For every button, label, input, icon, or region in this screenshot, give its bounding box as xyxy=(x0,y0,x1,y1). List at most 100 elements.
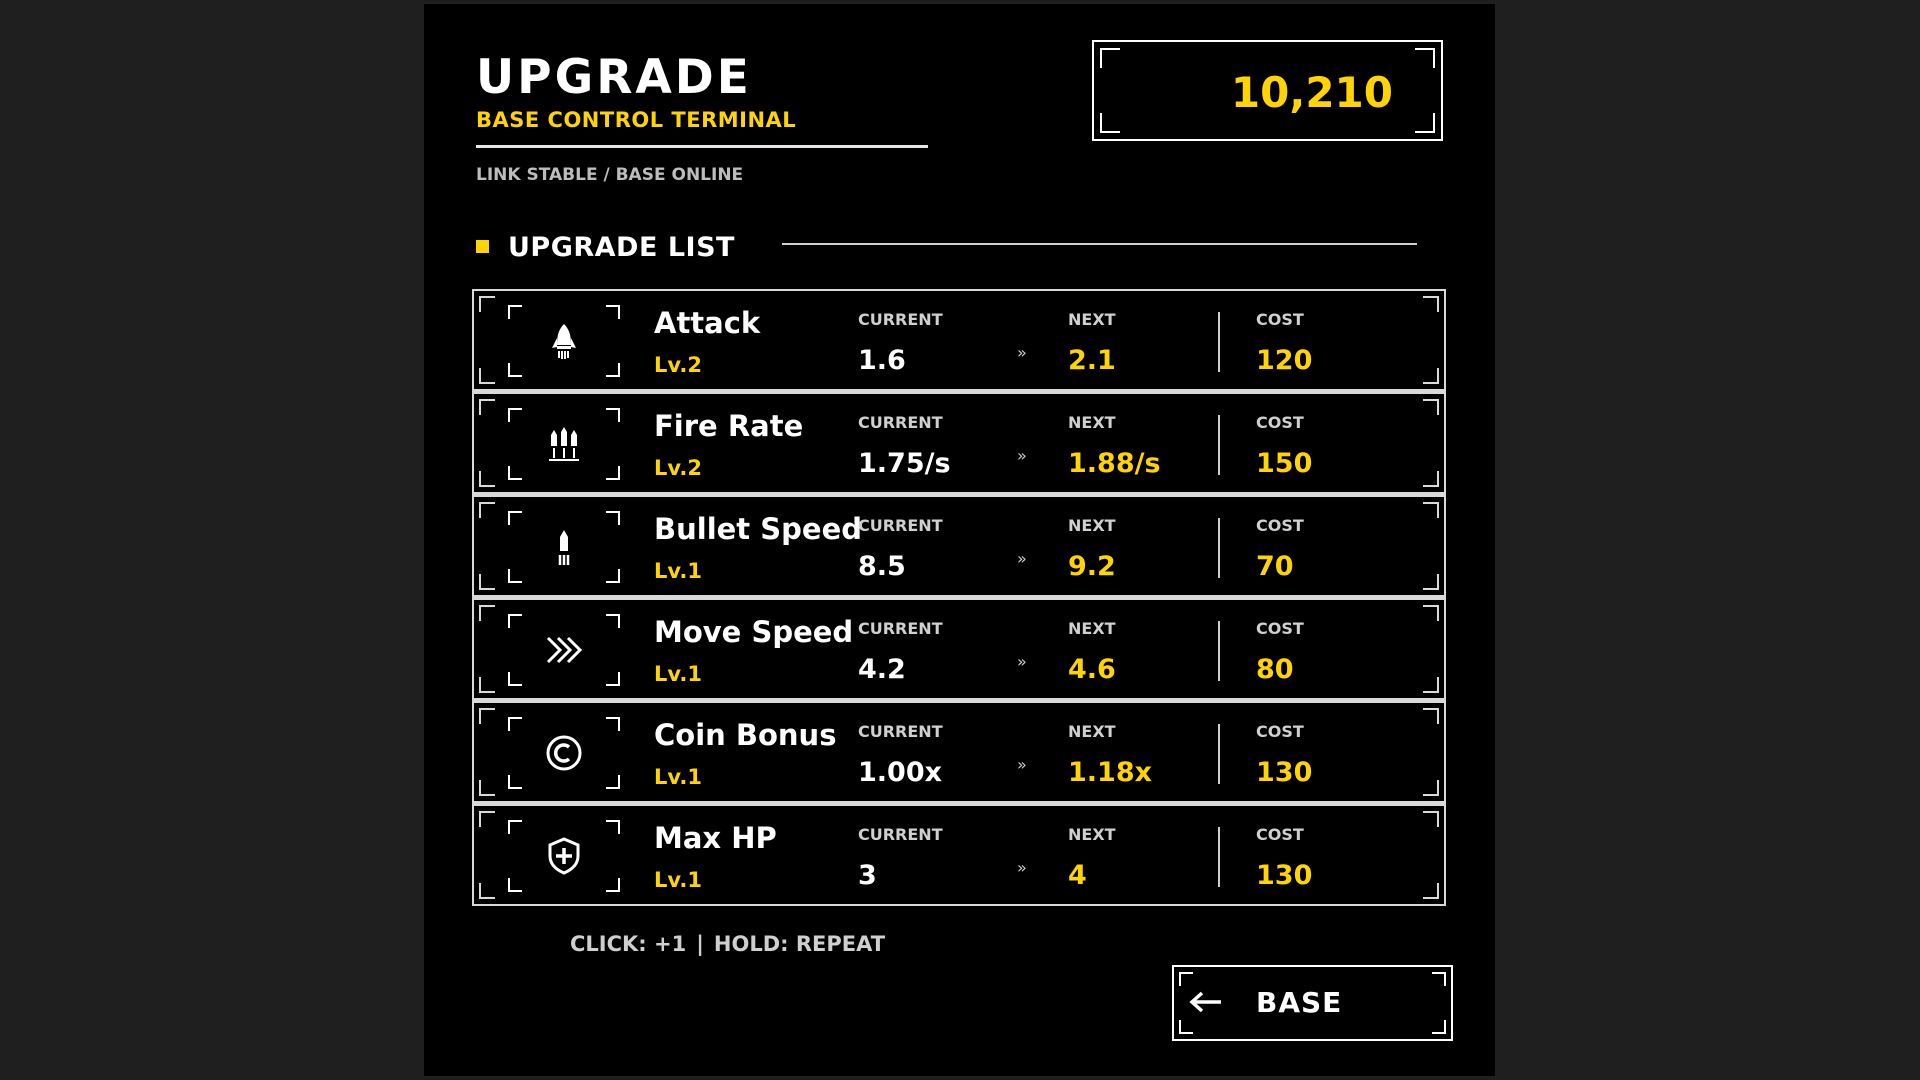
upgrade-row-coin-bonus[interactable]: Coin Bonus Lv.1 CURRENT 1.00x » NEXT 1.1… xyxy=(472,700,1446,803)
chevron-right-icon: » xyxy=(1017,755,1027,774)
icon-frame xyxy=(508,820,620,892)
row-corner xyxy=(479,811,495,827)
upgrade-level: Lv.2 xyxy=(654,456,702,480)
row-corner xyxy=(479,708,495,724)
upgrade-level: Lv.1 xyxy=(654,559,702,583)
corner-bracket xyxy=(1432,972,1446,986)
cost-label: COST xyxy=(1256,722,1304,741)
next-value: 1.88/s xyxy=(1068,448,1161,479)
row-corner xyxy=(479,883,495,899)
row-corner xyxy=(1423,399,1439,415)
next-value: 4.6 xyxy=(1068,654,1116,685)
current-value: 1.00x xyxy=(858,757,943,788)
control-hint: CLICK: +1 | HOLD: REPEAT xyxy=(570,934,885,955)
upgrade-name: Move Speed xyxy=(654,615,854,649)
connection-status: LINK STABLE / BASE ONLINE xyxy=(476,165,744,185)
next-label: NEXT xyxy=(1068,413,1116,432)
corner-bracket xyxy=(1179,972,1193,986)
upgrade-row-move-speed[interactable]: Move Speed Lv.1 CURRENT 4.2 » NEXT 4.6 C… xyxy=(472,597,1446,700)
column-divider xyxy=(1218,621,1220,681)
icon-frame xyxy=(508,305,620,377)
coin-icon xyxy=(546,735,582,771)
upgrade-name: Attack xyxy=(654,306,761,340)
cost-label: COST xyxy=(1256,825,1304,844)
heading-divider xyxy=(782,243,1417,245)
hold-hint: HOLD: REPEAT xyxy=(713,932,886,956)
corner-bracket xyxy=(1100,113,1120,133)
current-value: 1.75/s xyxy=(858,448,951,479)
upgrade-name: Fire Rate xyxy=(654,409,804,443)
cost-value: 130 xyxy=(1256,757,1313,788)
upgrade-level: Lv.1 xyxy=(654,868,702,892)
upgrade-list: Attack Lv.2 CURRENT 1.6 » NEXT 2.1 COST … xyxy=(472,289,1446,906)
current-label: CURRENT xyxy=(858,516,943,535)
cost-label: COST xyxy=(1256,310,1304,329)
column-divider xyxy=(1218,827,1220,887)
arrow-left-icon xyxy=(1189,991,1221,1013)
bullet-speed-icon xyxy=(558,530,570,565)
corner-bracket xyxy=(1415,48,1435,68)
next-label: NEXT xyxy=(1068,722,1116,741)
cost-value: 120 xyxy=(1256,345,1313,376)
upgrade-name: Coin Bonus xyxy=(654,718,837,752)
icon-frame xyxy=(508,408,620,480)
row-corner xyxy=(1423,502,1439,518)
icon-frame xyxy=(508,511,620,583)
next-value: 4 xyxy=(1068,860,1087,891)
row-corner xyxy=(479,368,495,384)
cost-value: 150 xyxy=(1256,448,1313,479)
next-value: 9.2 xyxy=(1068,551,1116,582)
row-corner xyxy=(479,605,495,621)
row-corner xyxy=(479,399,495,415)
row-corner xyxy=(1423,368,1439,384)
upgrade-row-fire-rate[interactable]: Fire Rate Lv.2 CURRENT 1.75/s » NEXT 1.8… xyxy=(472,391,1446,494)
row-corner xyxy=(479,471,495,487)
base-button[interactable]: BASE xyxy=(1172,965,1453,1041)
next-value: 2.1 xyxy=(1068,345,1116,376)
next-label: NEXT xyxy=(1068,825,1116,844)
coin-balance: 10,210 xyxy=(1230,68,1393,117)
icon-frame xyxy=(508,717,620,789)
column-divider xyxy=(1218,415,1220,475)
next-value: 1.18x xyxy=(1068,757,1153,788)
current-label: CURRENT xyxy=(858,825,943,844)
corner-bracket xyxy=(1179,1020,1193,1034)
cost-label: COST xyxy=(1256,413,1304,432)
coin-counter: 10,210 xyxy=(1092,40,1443,141)
cost-value: 70 xyxy=(1256,551,1294,582)
upgrade-row-bullet-speed[interactable]: Bullet Speed Lv.1 CURRENT 8.5 » NEXT 9.2… xyxy=(472,494,1446,597)
page-subtitle: BASE CONTROL TERMINAL xyxy=(476,108,797,132)
upgrade-panel: UPGRADE BASE CONTROL TERMINAL LINK STABL… xyxy=(424,4,1495,1076)
cost-label: COST xyxy=(1256,619,1304,638)
current-value: 8.5 xyxy=(858,551,906,582)
next-label: NEXT xyxy=(1068,619,1116,638)
hint-separator: | xyxy=(696,932,704,956)
row-corner xyxy=(1423,471,1439,487)
cost-value: 80 xyxy=(1256,654,1294,685)
row-corner xyxy=(1423,296,1439,312)
cost-label: COST xyxy=(1256,516,1304,535)
row-corner xyxy=(1423,605,1439,621)
chevron-right-icon: » xyxy=(1017,652,1027,671)
chevron-right-icon: » xyxy=(1017,446,1027,465)
row-corner xyxy=(479,502,495,518)
row-corner xyxy=(1423,811,1439,827)
shield-plus-icon xyxy=(548,837,580,875)
column-divider xyxy=(1218,312,1220,372)
row-corner xyxy=(1423,677,1439,693)
upgrade-row-max-hp[interactable]: Max HP Lv.1 CURRENT 3 » NEXT 4 COST 130 xyxy=(472,803,1446,906)
upgrade-row-attack[interactable]: Attack Lv.2 CURRENT 1.6 » NEXT 2.1 COST … xyxy=(472,289,1446,391)
current-value: 4.2 xyxy=(858,654,906,685)
row-corner xyxy=(1423,574,1439,590)
row-corner xyxy=(479,574,495,590)
heading-marker xyxy=(476,240,489,253)
rocket-icon xyxy=(552,324,576,359)
triple-chevron-icon xyxy=(546,636,583,664)
chevron-right-icon: » xyxy=(1017,343,1027,362)
title-divider xyxy=(476,145,928,148)
upgrade-name: Max HP xyxy=(654,821,777,855)
corner-bracket xyxy=(1100,48,1120,68)
upgrade-list-title: UPGRADE LIST xyxy=(508,232,735,263)
cost-value: 130 xyxy=(1256,860,1313,891)
chevron-right-icon: » xyxy=(1017,858,1027,877)
